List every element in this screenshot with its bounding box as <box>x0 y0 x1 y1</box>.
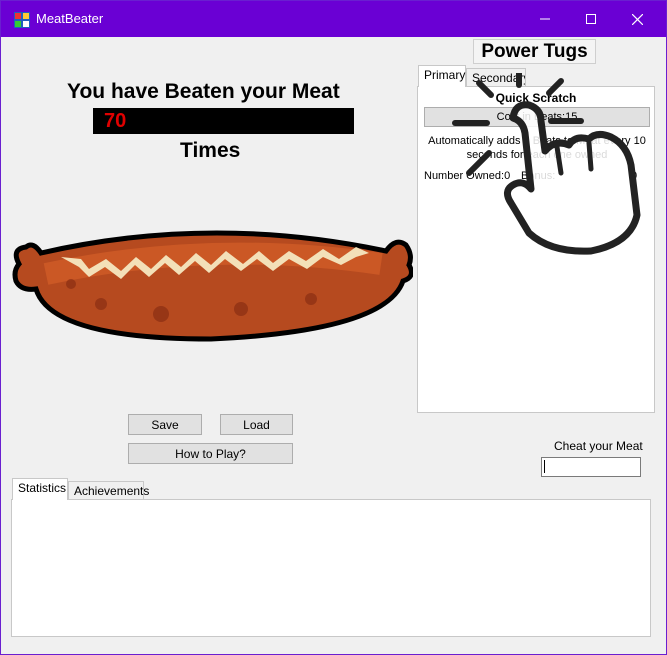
tab-achievements[interactable]: Achievements <box>68 481 149 500</box>
window-title: MeatBeater <box>36 11 104 26</box>
beat-headline: You have Beaten your Meat <box>67 80 340 103</box>
times-label: Times <box>180 139 241 162</box>
cheat-label: Cheat your Meat <box>554 439 643 453</box>
text-cursor <box>544 460 545 473</box>
save-button[interactable]: Save <box>128 414 202 435</box>
statistics-panel <box>11 499 651 637</box>
power-tugs-title: Power Tugs <box>473 39 596 64</box>
app-icon <box>14 12 30 28</box>
maximize-icon <box>586 14 596 24</box>
how-to-play-button[interactable]: How to Play? <box>128 443 293 464</box>
sausage-clicker[interactable] <box>11 219 413 347</box>
close-icon <box>631 13 643 25</box>
minimize-icon <box>540 18 550 20</box>
load-button[interactable]: Load <box>220 414 293 435</box>
beat-count: 70 <box>104 110 127 132</box>
pointing-hand-icon <box>452 73 641 255</box>
cheat-input[interactable] <box>541 457 641 477</box>
beat-counter-display: 70 <box>93 108 354 134</box>
close-button[interactable] <box>614 1 660 37</box>
main-window: MeatBeater You have Beaten your Meat 70 … <box>0 0 667 655</box>
tab-statistics[interactable]: Statistics <box>12 478 68 500</box>
title-bar[interactable]: MeatBeater <box>1 1 666 37</box>
minimize-button[interactable] <box>522 1 568 37</box>
maximize-button[interactable] <box>568 1 614 37</box>
